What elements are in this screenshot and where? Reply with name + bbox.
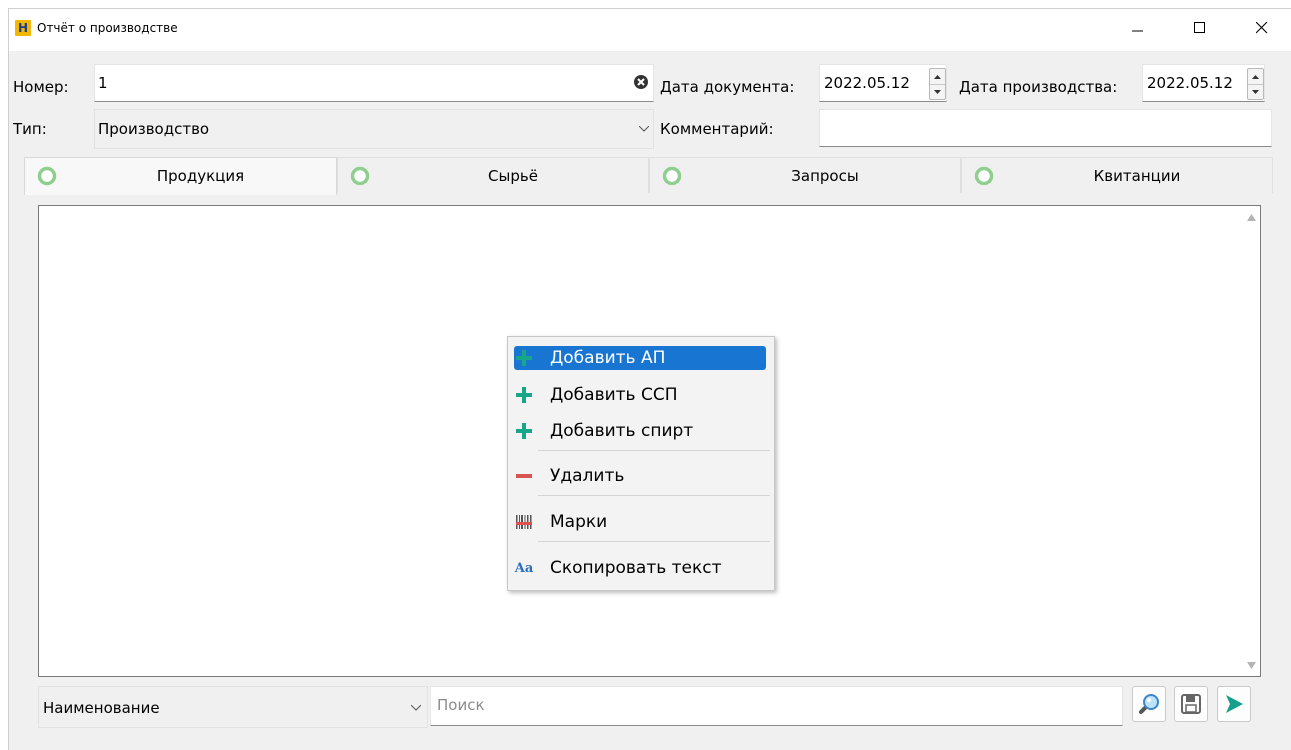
- menu-item-add-ssp[interactable]: Добавить ССП: [514, 383, 766, 407]
- window-title: Отчёт о производстве: [37, 21, 178, 35]
- clear-icon[interactable]: [633, 74, 649, 90]
- prod-date-value: 2022.05.12: [1147, 74, 1233, 92]
- number-label: Номер:: [13, 78, 69, 96]
- menu-item-label: Удалить: [550, 466, 625, 486]
- tab-raw[interactable]: Сырьё: [337, 157, 649, 193]
- menu-item-marks[interactable]: Марки: [514, 510, 766, 534]
- menu-item-add-ap[interactable]: Добавить АП: [514, 346, 766, 370]
- search-input-box[interactable]: [430, 686, 1123, 726]
- maximize-button[interactable]: [1177, 9, 1223, 47]
- spin-down-icon[interactable]: [930, 84, 945, 99]
- tab-products[interactable]: Продукция: [24, 157, 337, 195]
- menu-separator: [538, 541, 770, 542]
- tab-bar: Продукция Сырьё Запросы Квитанции: [24, 157, 1274, 195]
- doc-date-label: Дата документа:: [660, 78, 795, 96]
- status-circle-icon: [350, 166, 370, 186]
- scroll-up-icon[interactable]: [1247, 214, 1256, 222]
- menu-item-copy-text[interactable]: Aa Скопировать текст: [514, 556, 766, 580]
- tab-label: Сырьё: [488, 167, 538, 185]
- report-window: H Отчёт о производстве Номер: 1 Дата док…: [8, 8, 1291, 750]
- status-circle-icon: [37, 166, 57, 186]
- type-value: Производство: [98, 120, 210, 138]
- floppy-disk-icon: [1181, 694, 1201, 714]
- magnifier-icon: [1139, 694, 1159, 714]
- status-circle-icon: [662, 166, 682, 186]
- menu-item-label: Марки: [550, 512, 608, 532]
- context-menu: Добавить АП Добавить ССП Добавить спирт …: [507, 336, 775, 591]
- chevron-down-icon: [411, 705, 421, 711]
- comment-field[interactable]: [819, 109, 1272, 147]
- prod-date-label: Дата производства:: [959, 78, 1118, 96]
- spin-up-icon[interactable]: [930, 69, 945, 85]
- title-bar[interactable]: H Отчёт о производстве: [9, 9, 1291, 51]
- save-button[interactable]: [1174, 686, 1208, 722]
- barcode-icon: [515, 513, 533, 531]
- prod-date-field[interactable]: 2022.05.12: [1142, 64, 1265, 102]
- menu-item-label: Добавить ССП: [550, 385, 678, 405]
- type-label: Тип:: [13, 120, 47, 138]
- menu-separator: [538, 495, 770, 496]
- type-combo[interactable]: Производство: [94, 109, 654, 149]
- minimize-button[interactable]: [1115, 9, 1161, 47]
- chevron-down-icon: [639, 126, 649, 132]
- find-button[interactable]: [1132, 686, 1166, 722]
- tab-label: Продукция: [156, 167, 245, 185]
- doc-date-value: 2022.05.12: [824, 74, 910, 92]
- tab-label: Квитанции: [1093, 167, 1181, 185]
- maximize-icon: [1194, 22, 1205, 33]
- doc-date-field[interactable]: 2022.05.12: [819, 64, 947, 102]
- comment-label: Комментарий:: [660, 120, 774, 138]
- menu-separator: [538, 450, 770, 451]
- spin-down-icon[interactable]: [1248, 84, 1263, 99]
- doc-date-spinner[interactable]: [929, 68, 946, 100]
- tab-requests[interactable]: Запросы: [649, 157, 961, 193]
- plus-icon: [515, 386, 533, 404]
- tab-label: Запросы: [791, 167, 859, 185]
- menu-item-label: Скопировать текст: [550, 558, 722, 578]
- close-icon: [1256, 22, 1268, 34]
- search-input[interactable]: [435, 695, 1039, 715]
- plus-icon: [515, 349, 533, 367]
- tab-receipts[interactable]: Квитанции: [961, 157, 1273, 193]
- spin-up-icon[interactable]: [1248, 69, 1263, 85]
- prod-date-spinner[interactable]: [1247, 68, 1264, 100]
- menu-item-delete[interactable]: Удалить: [514, 464, 766, 488]
- send-button[interactable]: [1217, 686, 1251, 722]
- menu-item-label: Добавить спирт: [550, 421, 694, 441]
- scroll-down-icon[interactable]: [1247, 662, 1256, 670]
- close-button[interactable]: [1239, 9, 1285, 47]
- menu-item-add-spirit[interactable]: Добавить спирт: [514, 419, 766, 443]
- plus-icon: [515, 422, 533, 440]
- text-aa-icon: Aa: [514, 560, 534, 576]
- number-value: 1: [98, 74, 108, 92]
- app-logo-icon: H: [15, 20, 31, 36]
- send-arrow-icon: [1226, 695, 1243, 713]
- search-field-value: Наименование: [43, 699, 160, 717]
- minimize-icon: [1132, 30, 1143, 32]
- minus-icon: [515, 467, 533, 485]
- status-circle-icon: [974, 166, 994, 186]
- search-field-combo[interactable]: Наименование: [38, 686, 428, 728]
- number-field[interactable]: 1: [94, 64, 654, 102]
- menu-item-label: Добавить АП: [550, 348, 666, 368]
